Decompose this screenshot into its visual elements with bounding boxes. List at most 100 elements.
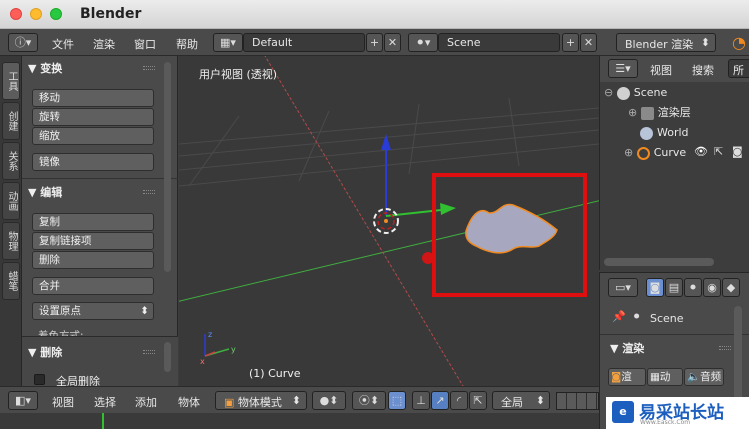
maximize-window-button[interactable] xyxy=(50,8,62,20)
limit-selection-icon[interactable]: ⬚ xyxy=(388,391,406,410)
animation-button-label: 动 xyxy=(659,371,671,383)
divider xyxy=(600,334,749,335)
scene-tab-icon[interactable]: ⚫ xyxy=(684,278,702,297)
current-frame-marker[interactable] xyxy=(102,413,104,429)
menu-file[interactable]: 文件 xyxy=(52,36,74,52)
window-title: Blender xyxy=(80,6,142,22)
world-tab-icon[interactable]: ◉ xyxy=(703,278,721,297)
properties-scrollbar[interactable] xyxy=(734,306,742,402)
remove-scene-button[interactable]: ✕ xyxy=(580,33,597,52)
scale-manipulator-icon[interactable]: ⇱ xyxy=(469,391,487,410)
delete-panel-scrollbar[interactable] xyxy=(164,342,171,372)
render-layers-tab-icon[interactable]: ▤ xyxy=(665,278,683,297)
camera-render-icon[interactable]: ◙ xyxy=(732,145,743,158)
render-audio-button[interactable]: 🔈音频 xyxy=(684,368,724,386)
add-scene-button[interactable]: + xyxy=(562,33,579,52)
orientation-select[interactable]: 全局 ⬍ xyxy=(492,391,550,410)
editor-type-button[interactable]: ⓘ▾ xyxy=(8,33,38,52)
tab-relations[interactable]: 关系 xyxy=(2,142,20,180)
tab-animation[interactable]: 动画 xyxy=(2,182,20,220)
scene-selector[interactable]: Scene xyxy=(438,33,560,52)
translate-manipulator-icon[interactable]: ↗ xyxy=(431,391,449,410)
eye-icon[interactable]: 👁 xyxy=(694,145,708,158)
outliner-item-label: Curve xyxy=(653,146,687,159)
outliner-item-scene[interactable]: ⊖ Scene xyxy=(604,84,667,102)
mirror-button[interactable]: 镜像 xyxy=(32,153,154,171)
outliner-item-world[interactable]: World xyxy=(640,124,689,142)
menu-help[interactable]: 帮助 xyxy=(176,36,198,52)
close-window-button[interactable] xyxy=(10,8,22,20)
active-object-label: (1) Curve xyxy=(249,367,301,380)
outliner-scrollbar[interactable] xyxy=(604,258,714,266)
mode-label: 物体模式 xyxy=(237,396,282,409)
render-tab-icon[interactable]: ◙ xyxy=(646,278,664,297)
scene-icon[interactable]: ⚫▾ xyxy=(408,33,438,52)
scale-button[interactable]: 缩放 xyxy=(32,127,154,145)
delete-button[interactable]: 删除 xyxy=(32,251,154,269)
layout-icon[interactable]: ▦▾ xyxy=(213,33,243,52)
tab-tools[interactable]: 工具 xyxy=(2,62,20,100)
render-image-button[interactable]: ◙渲 xyxy=(608,368,646,386)
transform-panel-header[interactable]: ▼ 变换 xyxy=(28,60,62,76)
outliner-item-curve[interactable]: ⊕ Curve xyxy=(624,144,686,162)
move-button[interactable]: 移动 xyxy=(32,89,154,107)
pivot-select[interactable]: ⦿⬍ xyxy=(352,391,386,410)
delete-panel-header[interactable]: ▼ 删除 xyxy=(28,344,62,360)
join-button[interactable]: 合并 xyxy=(32,277,154,295)
menu-window[interactable]: 窗口 xyxy=(134,36,156,52)
menu-view[interactable]: 视图 xyxy=(52,394,74,410)
manipulator-icon[interactable]: ⊥ xyxy=(412,391,430,410)
menu-object[interactable]: 物体 xyxy=(178,394,200,410)
menu-add[interactable]: 添加 xyxy=(135,394,157,410)
menu-render[interactable]: 渲染 xyxy=(93,36,115,52)
shading-select[interactable]: ●⬍ xyxy=(312,391,346,410)
cursor-select-icon[interactable]: ⇱ xyxy=(714,145,723,158)
shading-label: 着色方式: xyxy=(38,330,84,336)
tab-create[interactable]: 创建 xyxy=(2,102,20,140)
tool-shelf: ▼ 变换 移动 旋转 缩放 镜像 ▼ 编辑 复制 复制链接项 删除 合并 设置原… xyxy=(22,56,178,388)
render-panel-header[interactable]: ▼ 渲染 xyxy=(610,340,644,356)
panel-grip[interactable] xyxy=(719,346,731,350)
outliner-menu-view[interactable]: 视图 xyxy=(650,62,672,78)
layer-buttons[interactable] xyxy=(556,392,599,410)
panel-grip[interactable] xyxy=(143,350,155,354)
remove-layout-button[interactable]: ✕ xyxy=(384,33,401,52)
properties-editor-type-button[interactable]: ▭▾ xyxy=(608,278,638,297)
scene-icon xyxy=(616,86,630,100)
outliner-editor-type-button[interactable]: ☰▾ xyxy=(608,59,638,78)
rotate-button[interactable]: 旋转 xyxy=(32,108,154,126)
blender-logo-icon: ◔ xyxy=(732,33,746,52)
add-layout-button[interactable]: + xyxy=(366,33,383,52)
outliner: ⊖ Scene ⊕ 渲染层 World ⊕ Curve 👁 ⇱ ◙ xyxy=(599,82,749,270)
layout-selector[interactable]: Default xyxy=(243,33,365,52)
global-delete-checkbox[interactable] xyxy=(34,374,45,385)
duplicate-linked-button[interactable]: 复制链接项 xyxy=(32,232,154,250)
menu-select[interactable]: 选择 xyxy=(94,394,116,410)
outliner-item-label: 渲染层 xyxy=(657,106,691,119)
outliner-item-render-layers[interactable]: ⊕ 渲染层 xyxy=(628,104,691,122)
divider xyxy=(22,178,178,179)
outliner-menu-search[interactable]: 搜索 xyxy=(692,62,714,78)
tab-grease-pencil[interactable]: 蜡笔 xyxy=(2,262,20,300)
scene-icon: ⚫ xyxy=(632,310,642,323)
audio-button-label: 音频 xyxy=(700,371,722,383)
panel-grip[interactable] xyxy=(143,66,155,70)
rotate-manipulator-icon[interactable]: ◜ xyxy=(450,391,468,410)
outliner-display-select[interactable]: 所 xyxy=(728,59,749,78)
render-animation-button[interactable]: ▦动 xyxy=(647,368,683,386)
editor-type-3d-button[interactable]: ◧▾ xyxy=(8,391,38,410)
window-titlebar: Blender xyxy=(0,0,749,29)
timeline[interactable] xyxy=(0,413,599,429)
minimize-window-button[interactable] xyxy=(30,8,42,20)
object-tab-icon[interactable]: ◆ xyxy=(722,278,740,297)
render-engine-select[interactable]: Blender 渲染 ⬍ xyxy=(616,33,716,52)
mode-select[interactable]: ▣ 物体模式 ⬍ xyxy=(215,391,307,410)
tab-physics[interactable]: 物理 xyxy=(2,222,20,260)
duplicate-button[interactable]: 复制 xyxy=(32,213,154,231)
set-origin-dropdown[interactable]: 设置原点 ⬍ xyxy=(32,302,154,320)
render-layers-icon xyxy=(640,106,654,120)
pin-icon[interactable]: 📌 xyxy=(612,310,626,323)
edit-panel-header[interactable]: ▼ 编辑 xyxy=(28,184,62,200)
tool-shelf-scrollbar[interactable] xyxy=(164,62,171,272)
panel-grip[interactable] xyxy=(143,190,155,194)
